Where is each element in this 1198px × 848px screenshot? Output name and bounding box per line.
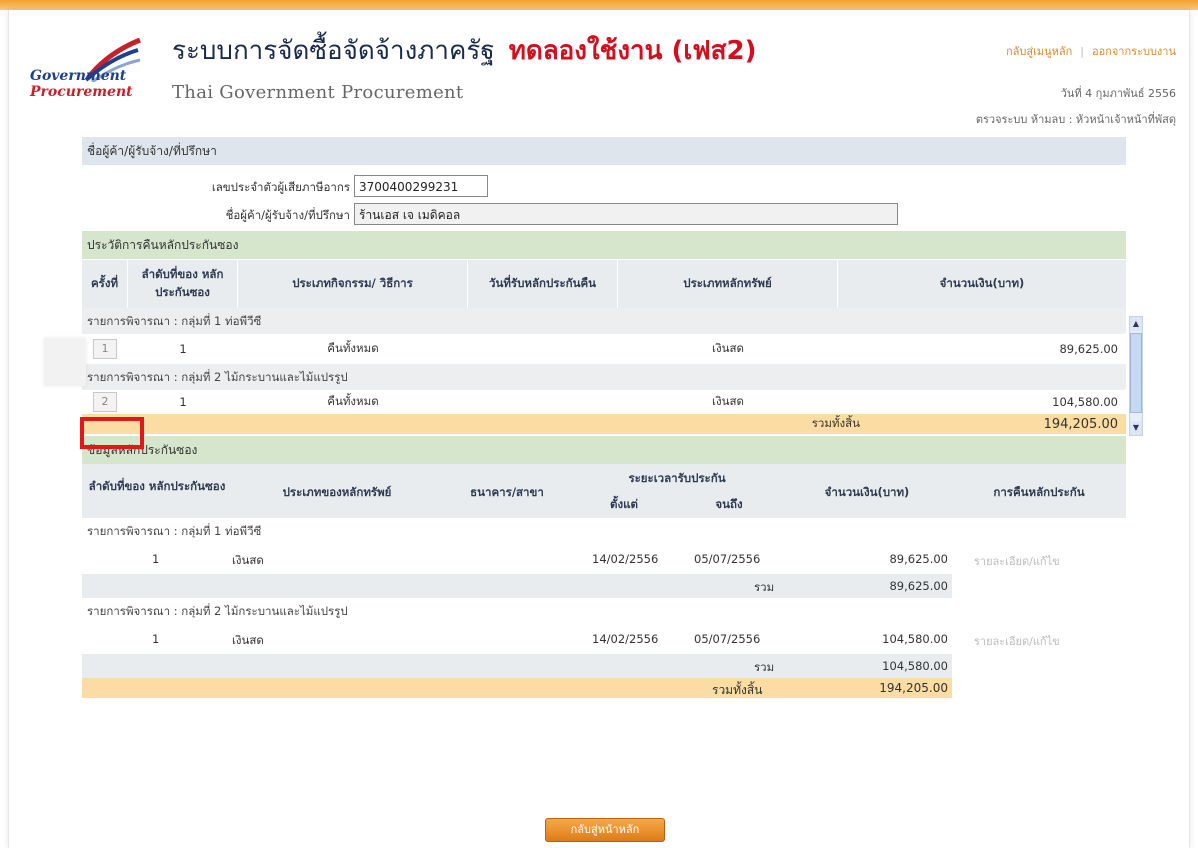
current-date: วันที่ 4 กุมภาพันธ์ 2556 [1060, 87, 1176, 100]
round-button[interactable]: 2 [93, 392, 117, 412]
vendor-section-title: ชื่อผู้ค้า/ผู้รับจ้าง/ที่ปรึกษา [82, 137, 1126, 165]
logout-link[interactable]: ออกจากระบบงาน [1092, 45, 1176, 58]
trial-phase-label: ทดลองใช้งาน (เฟส2) [508, 36, 757, 66]
history-total-label: รวมทั้งสิ้น [811, 416, 860, 430]
col-asset-type: ประเภทหลักทรัพย์ [618, 260, 838, 308]
cell-period-from: 14/02/2556 [592, 632, 659, 646]
logo-text-procurement: Procurement [30, 84, 133, 100]
system-title: ระบบการจัดซื้อจัดจ้างภาครัฐ ทดลองใช้งาน (… [172, 30, 756, 71]
cell-seq: 1 [152, 632, 160, 646]
user-role-info: ตรวจระบบ ห้ามลบ : หัวหน้าเจ้าหน้าที่พัสด… [975, 113, 1176, 126]
history-row: 1 1 คืนทั้งหมด เงินสด 89,625.00 [82, 334, 1126, 364]
detail-edit-link[interactable]: รายละเอียด/แก้ไข [974, 552, 1060, 570]
col-return-date: วันที่รับหลักประกันคืน [468, 260, 618, 308]
guarantee-group-label: รายการพิจารณา : กลุ่มที่ 1 ท่อพีวีซี [82, 518, 1126, 544]
col-period-to: จนถึง [715, 497, 743, 511]
guarantee-total-value: 194,205.00 [879, 681, 948, 695]
cell-seq: 1 [179, 395, 187, 409]
vendor-name-field: ร้านเอส เจ เมดิคอล [354, 203, 898, 225]
top-accent-bar [0, 0, 1198, 10]
cell-amount: 89,625.00 [1059, 342, 1118, 356]
guarantee-total-row: รวมทั้งสิ้น 194,205.00 [82, 678, 1126, 698]
history-table-header: ครั้งที่ ลำดับที่ของ หลักประกันซอง ประเภ… [82, 259, 1126, 308]
history-group-label: รายการพิจารณา : กลุ่มที่ 2 ไม้กระบานและไ… [82, 364, 1126, 390]
link-separator: | [1080, 45, 1084, 58]
col-round: ครั้งที่ [82, 260, 128, 308]
cell-asset-type: เงินสด [712, 341, 744, 355]
tax-id-row: เลขประจำตัวผู้เสียภาษีอากร 3700400299231 [82, 175, 902, 199]
scroll-up-icon[interactable]: ▲ [1130, 317, 1142, 331]
subtotal-value: 104,580.00 [882, 659, 948, 673]
guarantee-subtotal-row: รวม 104,580.00 [82, 654, 1126, 678]
home-menu-link[interactable]: กลับสู่เมนูหลัก [1006, 45, 1072, 58]
highlight-box [80, 417, 144, 449]
col-amount: จำนวนเงิน(บาท) [939, 276, 1025, 290]
history-group-label: รายการพิจารณา : กลุ่มที่ 1 ท่อพีวีซี [82, 308, 1126, 334]
col-return-guarantee: การคืนหลักประกัน [993, 485, 1085, 499]
cell-period-to: 05/07/2556 [694, 632, 761, 646]
col-bank-branch: ธนาคาร/สาขา [470, 485, 544, 499]
cell-period-to: 05/07/2556 [694, 552, 761, 566]
return-history-section-title: ประวัติการคืนหลักประกันซอง [82, 231, 1126, 259]
system-subtitle: Thai Government Procurement [172, 82, 464, 103]
cell-period-from: 14/02/2556 [592, 552, 659, 566]
system-title-thai: ระบบการจัดซื้อจัดจ้างภาครัฐ [172, 36, 495, 66]
subtotal-value: 89,625.00 [889, 579, 948, 593]
vendor-form: เลขประจำตัวผู้เสียภาษีอากร 3700400299231… [82, 165, 1126, 231]
cell-activity: คืนทั้งหมด [327, 394, 379, 408]
cell-asset-type: เงินสด [712, 394, 744, 408]
scroll-down-icon[interactable]: ▼ [1130, 421, 1142, 435]
cell-seq: 1 [152, 552, 160, 566]
col-guarantee-seq: ลำดับที่ของ หลักประกันซอง [88, 479, 226, 493]
vendor-name-row: ชื่อผู้ค้า/ผู้รับจ้าง/ที่ปรึกษา ร้านเอส … [82, 203, 902, 227]
guarantee-table-header: ลำดับที่ของ หลักประกันซอง ประเภทของหลักท… [82, 464, 1126, 518]
tax-id-field[interactable]: 3700400299231 [354, 175, 488, 197]
col-guarantee-period: ระยะเวลารับประกัน [628, 471, 726, 485]
cell-seq: 1 [179, 342, 187, 356]
col-asset-type: ประเภทของหลักทรัพย์ [282, 485, 392, 499]
cell-amount: 104,580.00 [1052, 395, 1118, 409]
guarantee-group-label: รายการพิจารณา : กลุ่มที่ 2 ไม้กระบานและไ… [82, 598, 1126, 624]
guarantee-subtotal-row: รวม 89,625.00 [82, 574, 1126, 598]
subtotal-label: รวม [754, 660, 775, 674]
history-scrollbar[interactable]: ▲ ▼ [1129, 316, 1143, 436]
tax-id-label: เลขประจำตัวผู้เสียภาษีอากร [211, 180, 350, 194]
history-total-value: 194,205.00 [1043, 416, 1118, 432]
guarantee-total-label: รวมทั้งสิ้น [712, 683, 763, 697]
col-amount: จำนวนเงิน(บาท) [824, 485, 910, 499]
guarantee-section-title: ข้อมูลหลักประกันซอง [82, 436, 1126, 464]
col-period-from: ตั้งแต่ [610, 497, 638, 511]
scroll-thumb[interactable] [1130, 333, 1142, 413]
cell-amount: 104,580.00 [882, 632, 948, 646]
cell-asset-type: เงินสด [232, 633, 264, 647]
guarantee-row: 1 เงินสด 14/02/2556 05/07/2556 104,580.0… [82, 624, 1126, 654]
logo-text-government: Government [30, 68, 127, 84]
back-to-main-button[interactable]: กลับสู่หน้าหลัก [545, 818, 665, 842]
col-activity: ประเภทกิจกรรม/ วิธีการ [238, 260, 468, 308]
col-guarantee-seq: ลำดับที่ของ หลักประกันซอง [128, 260, 238, 308]
row-shadow-artifact [44, 338, 86, 386]
history-total-row: รวมทั้งสิ้น 194,205.00 [82, 414, 1126, 434]
top-links: กลับสู่เมนูหลัก | ออกจากระบบงาน [1006, 42, 1176, 60]
detail-edit-link[interactable]: รายละเอียด/แก้ไข [974, 632, 1060, 650]
round-button[interactable]: 1 [93, 339, 117, 359]
guarantee-row: 1 เงินสด 14/02/2556 05/07/2556 89,625.00… [82, 544, 1126, 574]
subtotal-label: รวม [754, 580, 775, 594]
main-content: ชื่อผู้ค้า/ผู้รับจ้าง/ที่ปรึกษา เลขประจำ… [82, 137, 1126, 698]
vendor-name-label: ชื่อผู้ค้า/ผู้รับจ้าง/ที่ปรึกษา [225, 208, 350, 222]
government-procurement-logo: Government Procurement [30, 38, 160, 110]
cell-activity: คืนทั้งหมด [327, 341, 379, 355]
history-row: 2 1 คืนทั้งหมด เงินสด 104,580.00 [82, 390, 1126, 414]
cell-asset-type: เงินสด [232, 553, 264, 567]
cell-amount: 89,625.00 [889, 552, 948, 566]
